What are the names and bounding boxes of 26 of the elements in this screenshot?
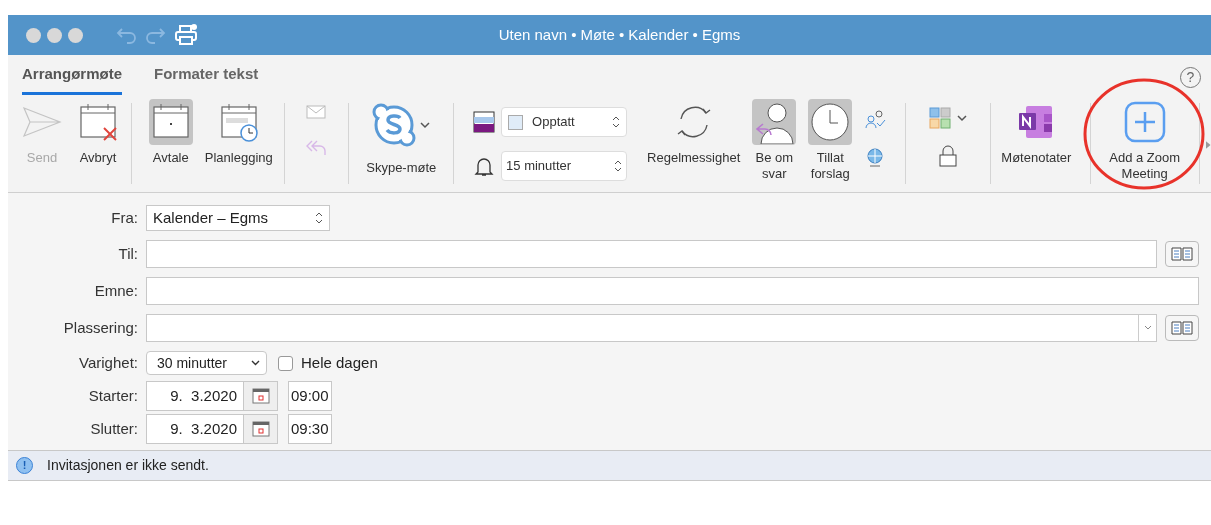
duration-dropdown[interactable]: 30 minutter (146, 351, 267, 375)
from-dropdown[interactable]: Kalender – Egms (146, 205, 330, 231)
window-title: Uten navn • Møte • Kalender • Egms (497, 24, 742, 45)
ribbon-button[interactable]: Avbryt (70, 95, 126, 170)
info-icon: ! (16, 457, 33, 474)
field-label: Til: (117, 243, 139, 264)
ribbon-button[interactable]: Regelmessighet (641, 95, 747, 170)
time-field[interactable]: 09:00 (288, 381, 332, 411)
ribbon-button[interactable]: Tillat forslag (802, 95, 859, 186)
field-label: Starter: (87, 385, 139, 406)
field-label: Emne: (93, 280, 139, 301)
ribbon-button[interactable]: Be om svar (746, 95, 803, 186)
ribbon-button[interactable]: Møtenotater (995, 95, 1078, 170)
ribbon-button[interactable]: Planlegging (198, 95, 279, 170)
ribbon-tab[interactable]: Formater tekst (154, 62, 259, 95)
field-label: Fra: (110, 207, 139, 228)
field-label: Varighet: (78, 352, 139, 373)
checkbox-label: Hele dagen (301, 352, 378, 373)
skype-meeting-button[interactable]: Skype-møte (354, 95, 449, 178)
info-message: Invitasjonen er ikke sendt. (47, 456, 209, 475)
field-label: Slutter: (89, 418, 139, 439)
ribbon-button[interactable]: Avtale (142, 95, 199, 170)
field-label: Plassering: (62, 317, 139, 338)
show-as-dropdown[interactable]: Opptatt (501, 107, 628, 137)
time-field[interactable]: 09:30 (288, 414, 332, 444)
reminder-dropdown[interactable]: 15 minutter (501, 151, 628, 181)
